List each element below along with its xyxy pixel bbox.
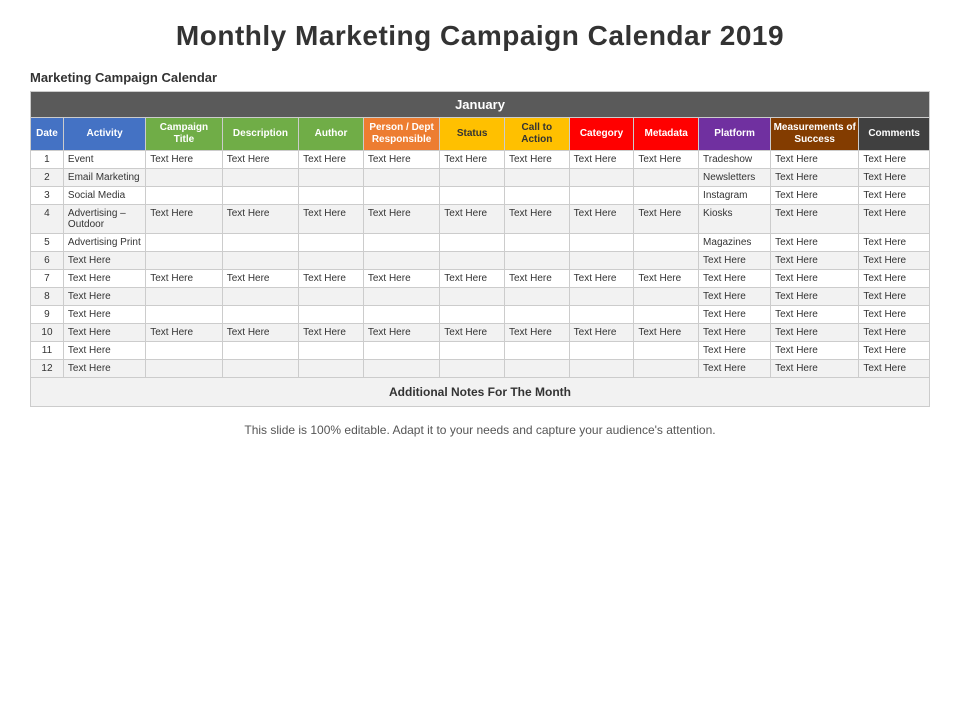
header-metadata: Metadata xyxy=(634,118,699,151)
header-measure: Measurements of Success xyxy=(771,118,859,151)
calendar-table: January Date Activity Campaign Title Des… xyxy=(30,91,930,407)
header-cta: Call to Action xyxy=(504,118,569,151)
table-row: 2Email MarketingNewslettersText HereText… xyxy=(31,169,930,187)
header-platform: Platform xyxy=(699,118,771,151)
table-row: 5Advertising PrintMagazinesText HereText… xyxy=(31,234,930,252)
table-row: 10Text HereText HereText HereText HereTe… xyxy=(31,324,930,342)
table-row: 6Text HereText HereText HereText Here xyxy=(31,252,930,270)
table-row: 8Text HereText HereText HereText Here xyxy=(31,288,930,306)
header-person: Person / Dept Responsible xyxy=(363,118,439,151)
month-header-row: January xyxy=(31,92,930,118)
header-description: Description xyxy=(222,118,298,151)
header-category: Category xyxy=(569,118,634,151)
table-row: 12Text HereText HereText HereText Here xyxy=(31,360,930,378)
table-row: 11Text HereText HereText HereText Here xyxy=(31,342,930,360)
table-row: 9Text HereText HereText HereText Here xyxy=(31,306,930,324)
month-label: January xyxy=(31,92,930,118)
table-row: 4Advertising – OutdoorText HereText Here… xyxy=(31,205,930,234)
table-row: 7Text HereText HereText HereText HereTex… xyxy=(31,270,930,288)
column-header-row: Date Activity Campaign Title Description… xyxy=(31,118,930,151)
page-title: Monthly Marketing Campaign Calendar 2019 xyxy=(30,20,930,52)
header-campaign: Campaign Title xyxy=(146,118,222,151)
notes-row: Additional Notes For The Month xyxy=(31,378,930,407)
table-row: 3Social MediaInstagramText HereText Here xyxy=(31,187,930,205)
header-activity: Activity xyxy=(63,118,145,151)
footer-text: This slide is 100% editable. Adapt it to… xyxy=(30,423,930,437)
header-comments: Comments xyxy=(859,118,930,151)
table-row: 1EventText HereText HereText HereText He… xyxy=(31,151,930,169)
header-author: Author xyxy=(299,118,364,151)
header-date: Date xyxy=(31,118,64,151)
subtitle: Marketing Campaign Calendar xyxy=(30,70,930,85)
header-status: Status xyxy=(440,118,505,151)
